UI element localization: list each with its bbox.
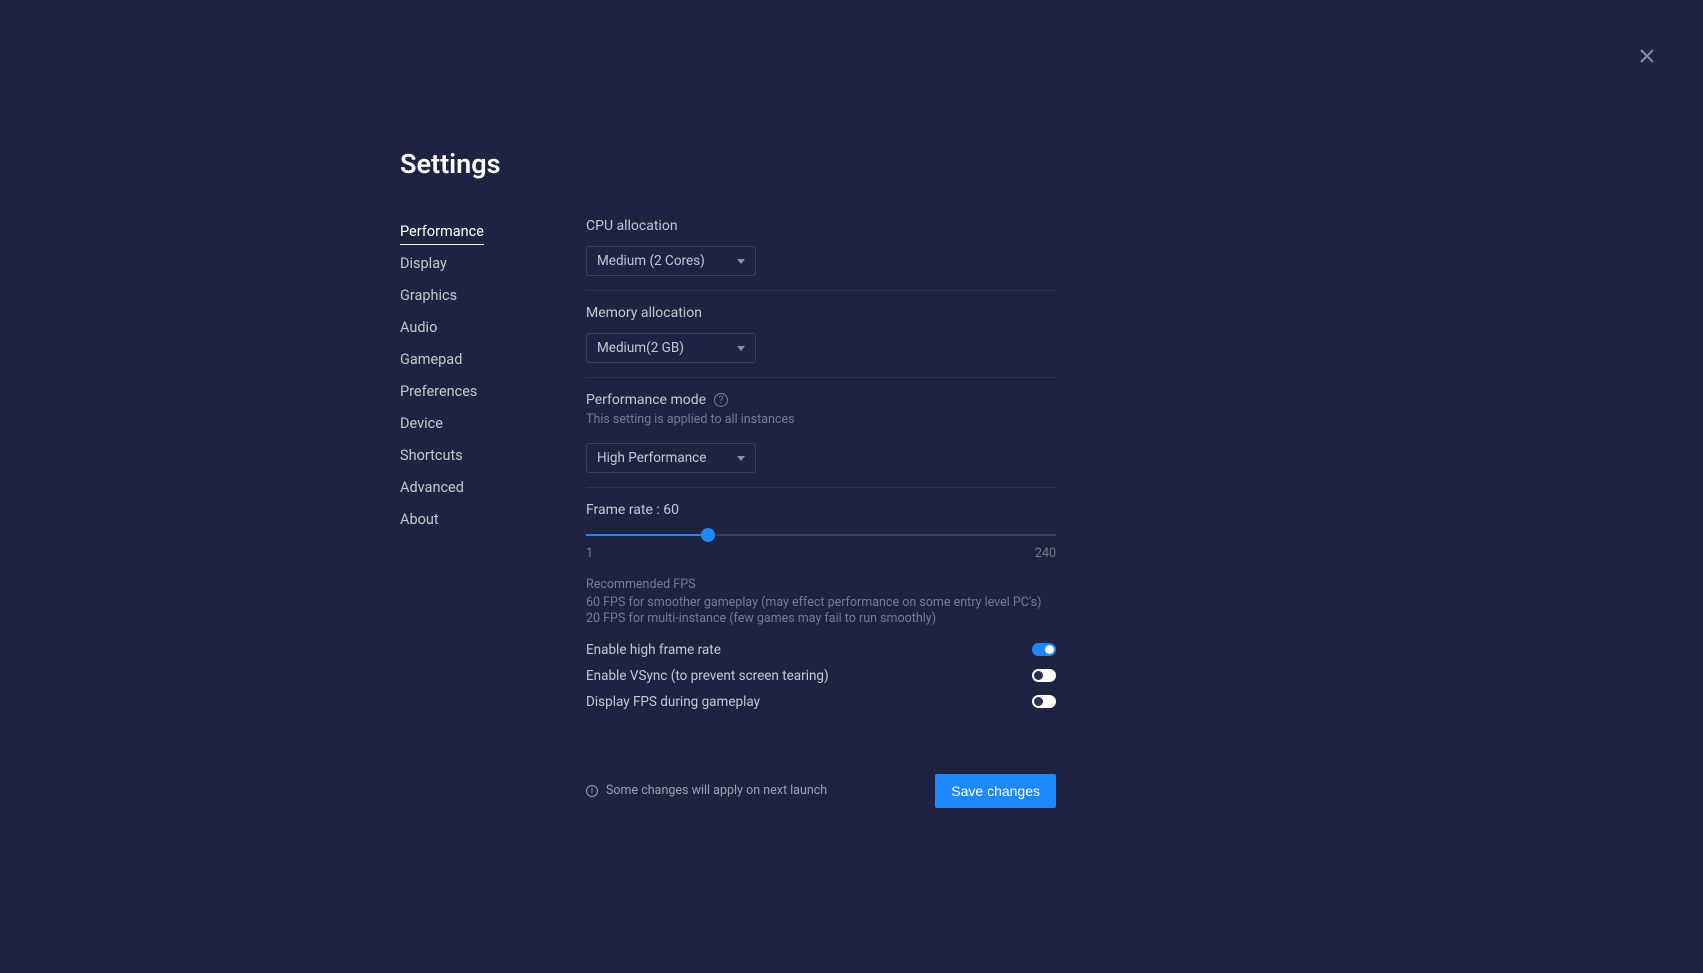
sidebar: Performance Display Graphics Audio Gamep… bbox=[400, 218, 586, 808]
sidebar-item-label: Shortcuts bbox=[400, 447, 463, 464]
toggle-label: Enable VSync (to prevent screen tearing) bbox=[586, 668, 829, 684]
help-icon[interactable]: ? bbox=[714, 393, 728, 407]
sidebar-item-label: Performance bbox=[400, 223, 484, 240]
cpu-dropdown-value: Medium (2 Cores) bbox=[597, 253, 705, 269]
chevron-down-icon bbox=[737, 456, 745, 461]
framerate-label: Frame rate : 60 bbox=[586, 502, 1056, 518]
sidebar-item-label: Gamepad bbox=[400, 351, 462, 368]
cpu-label: CPU allocation bbox=[586, 218, 1056, 234]
memory-dropdown-value: Medium(2 GB) bbox=[597, 340, 684, 356]
memory-section: Memory allocation Medium(2 GB) bbox=[586, 305, 1056, 378]
footer: i Some changes will apply on next launch… bbox=[586, 774, 1056, 808]
sidebar-item-label: Graphics bbox=[400, 287, 457, 304]
toggle-label: Enable high frame rate bbox=[586, 642, 721, 658]
sidebar-item-audio[interactable]: Audio bbox=[400, 314, 556, 341]
sidebar-item-graphics[interactable]: Graphics bbox=[400, 282, 556, 309]
toggle-label: Display FPS during gameplay bbox=[586, 694, 760, 710]
toggle-display-fps[interactable] bbox=[1032, 695, 1056, 708]
page-title: Settings bbox=[400, 148, 1703, 180]
sidebar-item-label: Preferences bbox=[400, 383, 477, 400]
memory-label: Memory allocation bbox=[586, 305, 1056, 321]
sidebar-item-label: Audio bbox=[400, 319, 437, 336]
sidebar-item-display[interactable]: Display bbox=[400, 250, 556, 277]
save-button[interactable]: Save changes bbox=[935, 774, 1056, 808]
slider-range-labels: 1 240 bbox=[586, 546, 1056, 561]
chevron-down-icon bbox=[737, 259, 745, 264]
close-icon bbox=[1640, 49, 1654, 63]
toggle-row-vsync: Enable VSync (to prevent screen tearing) bbox=[586, 668, 1056, 684]
toggle-vsync[interactable] bbox=[1032, 669, 1056, 682]
sidebar-item-label: Advanced bbox=[400, 479, 464, 496]
sidebar-item-performance[interactable]: Performance bbox=[400, 218, 484, 245]
sidebar-item-gamepad[interactable]: Gamepad bbox=[400, 346, 556, 373]
memory-dropdown[interactable]: Medium(2 GB) bbox=[586, 333, 756, 363]
chevron-down-icon bbox=[737, 346, 745, 351]
info-icon: i bbox=[586, 785, 598, 797]
close-button[interactable] bbox=[1639, 48, 1655, 64]
slider-max: 240 bbox=[1035, 546, 1056, 561]
footer-note: i Some changes will apply on next launch bbox=[586, 783, 827, 798]
perfmode-section: Performance mode ? This setting is appli… bbox=[586, 392, 1056, 488]
framerate-section: Frame rate : 60 1 240 Recommended FPS 60… bbox=[586, 502, 1056, 734]
perfmode-dropdown-value: High Performance bbox=[597, 450, 706, 466]
toggle-knob bbox=[1034, 671, 1043, 680]
slider-fill bbox=[586, 534, 708, 536]
sidebar-item-device[interactable]: Device bbox=[400, 410, 556, 437]
perfmode-dropdown[interactable]: High Performance bbox=[586, 443, 756, 473]
perfmode-label: Performance mode ? bbox=[586, 392, 1056, 408]
fps-hint-title: Recommended FPS bbox=[586, 577, 1056, 592]
framerate-slider[interactable] bbox=[586, 528, 1056, 542]
toggle-high-fps[interactable] bbox=[1032, 643, 1056, 656]
sidebar-item-label: Display bbox=[400, 255, 447, 272]
slider-min: 1 bbox=[586, 546, 593, 561]
perfmode-sublabel: This setting is applied to all instances bbox=[586, 412, 1056, 427]
fps-hint-text: 60 FPS for smoother gameplay (may effect… bbox=[586, 595, 1056, 628]
sidebar-item-shortcuts[interactable]: Shortcuts bbox=[400, 442, 556, 469]
sidebar-item-label: About bbox=[400, 511, 439, 528]
toggle-row-display-fps: Display FPS during gameplay bbox=[586, 694, 1056, 710]
toggle-row-high-fps: Enable high frame rate bbox=[586, 642, 1056, 658]
cpu-section: CPU allocation Medium (2 Cores) bbox=[586, 218, 1056, 291]
sidebar-item-advanced[interactable]: Advanced bbox=[400, 474, 556, 501]
toggle-knob bbox=[1045, 645, 1054, 654]
sidebar-item-label: Device bbox=[400, 415, 443, 432]
sidebar-item-preferences[interactable]: Preferences bbox=[400, 378, 556, 405]
slider-thumb[interactable] bbox=[701, 528, 715, 542]
toggle-knob bbox=[1034, 697, 1043, 706]
sidebar-item-about[interactable]: About bbox=[400, 506, 556, 533]
content-panel: CPU allocation Medium (2 Cores) Memory a… bbox=[586, 218, 1056, 808]
cpu-dropdown[interactable]: Medium (2 Cores) bbox=[586, 246, 756, 276]
